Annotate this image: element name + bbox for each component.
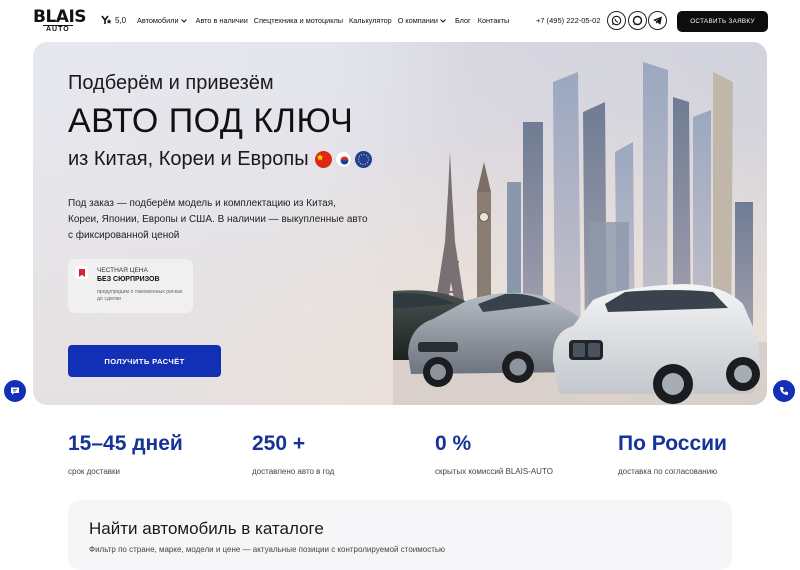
telegram-button[interactable]	[648, 11, 667, 30]
hero-banner: Подберём и привезём АВТО ПОД КЛЮЧ из Кит…	[33, 42, 767, 405]
badge-line1: ЧЕСТНАЯ ЦЕНА	[97, 267, 148, 274]
hero-line3: из Китая, Кореи и Европы	[68, 148, 372, 171]
call-button[interactable]	[773, 380, 795, 402]
site-header: BLAIS AUTO 5,0 Автомобили Авто в наличии…	[0, 0, 800, 42]
get-calculation-button[interactable]: ПОЛУЧИТЬ РАСЧЁТ	[68, 345, 221, 377]
bookmark-icon	[75, 266, 88, 279]
stat-caption: скрытых комиссий BLAIS-AUTO	[435, 467, 553, 476]
badge-line2: БЕЗ СЮРПРИЗОВ	[97, 276, 160, 283]
badge-line3: предупредим о таможенных рисках до сделк…	[97, 289, 183, 302]
rating-value: 5,0	[115, 15, 127, 25]
leave-request-button[interactable]: ОСТАВИТЬ ЗАЯВКУ	[677, 11, 768, 32]
logo[interactable]: BLAIS AUTO	[33, 7, 89, 34]
nav-item-label: Авто в наличии	[195, 16, 248, 25]
city-skyline-image	[393, 62, 767, 405]
nav-item-cars[interactable]: Автомобили	[137, 16, 187, 25]
stat-delivery-region: По России доставка по согласованию	[618, 432, 727, 476]
stat-cars-per-year: 250 + доставлено авто в год	[252, 432, 334, 476]
hero-description: Под заказ — подберём модель и комплектац…	[68, 198, 368, 241]
main-nav: Автомобили Авто в наличии Спецтехника и …	[137, 16, 509, 25]
hero-subtitle: Подберём и привезём	[68, 72, 274, 94]
eu-flag-icon	[354, 151, 372, 168]
chevron-down-icon	[440, 18, 446, 23]
logo-text: BLAIS	[33, 7, 87, 27]
stat-caption: доставлено авто в год	[252, 467, 335, 476]
hero-line3-text: из Китая, Кореи и Европы	[68, 148, 309, 170]
chat-icon	[11, 387, 19, 395]
phone-icon	[780, 387, 788, 395]
phone-link[interactable]: +7 (495) 222-05-02	[536, 16, 600, 25]
stat-value: 0 %	[435, 432, 472, 455]
nav-item-label: Блог	[454, 16, 471, 25]
catalog-subtitle: Фильтр по стране, марке, модели и цене —…	[89, 545, 446, 554]
whatsapp-button[interactable]	[607, 11, 626, 30]
logo-subtext: AUTO	[43, 25, 73, 34]
chat-button[interactable]	[4, 380, 26, 402]
nav-item-label: Спецтехника и мотоциклы	[253, 16, 343, 25]
nav-item-in-stock[interactable]: Авто в наличии	[196, 16, 248, 25]
max-button[interactable]	[628, 11, 647, 30]
stat-value: 250 +	[252, 432, 306, 455]
yandex-icon	[101, 15, 112, 24]
chevron-down-icon	[180, 18, 187, 23]
nav-item-label: Контакты	[477, 16, 510, 25]
stat-delivery-time: 15–45 дней срок доставки	[68, 432, 183, 476]
stat-value: 15–45 дней	[68, 432, 183, 455]
telegram-icon	[653, 16, 662, 25]
stat-hidden-fees: 0 % скрытых комиссий BLAIS-AUTO	[435, 432, 553, 476]
stat-caption: срок доставки	[68, 467, 120, 476]
honest-price-badge: ЧЕСТНАЯ ЦЕНА БЕЗ СЮРПРИЗОВ предупредим о…	[68, 259, 193, 313]
nav-item-calculator[interactable]: Калькулятор	[349, 16, 392, 25]
rating[interactable]: 5,0	[101, 15, 126, 25]
korea-flag-icon	[334, 151, 352, 168]
nav-item-label: О компании	[397, 16, 438, 25]
nav-item-special[interactable]: Спецтехника и мотоциклы	[254, 16, 343, 25]
catalog-title: Найти автомобиль в каталоге	[89, 519, 324, 538]
nav-item-blog[interactable]: Блог	[455, 16, 471, 25]
nav-item-contacts[interactable]: Контакты	[478, 16, 510, 25]
china-flag-icon	[314, 151, 332, 168]
nav-item-label: Автомобили	[137, 16, 179, 25]
hero-title: АВТО ПОД КЛЮЧ	[68, 102, 354, 140]
nav-item-label: Калькулятор	[348, 16, 392, 25]
nav-item-about[interactable]: О компании	[398, 16, 446, 25]
stat-caption: доставка по согласованию	[618, 467, 718, 476]
max-icon	[632, 15, 643, 26]
stat-value: По России	[618, 432, 727, 455]
whatsapp-icon	[611, 15, 622, 26]
